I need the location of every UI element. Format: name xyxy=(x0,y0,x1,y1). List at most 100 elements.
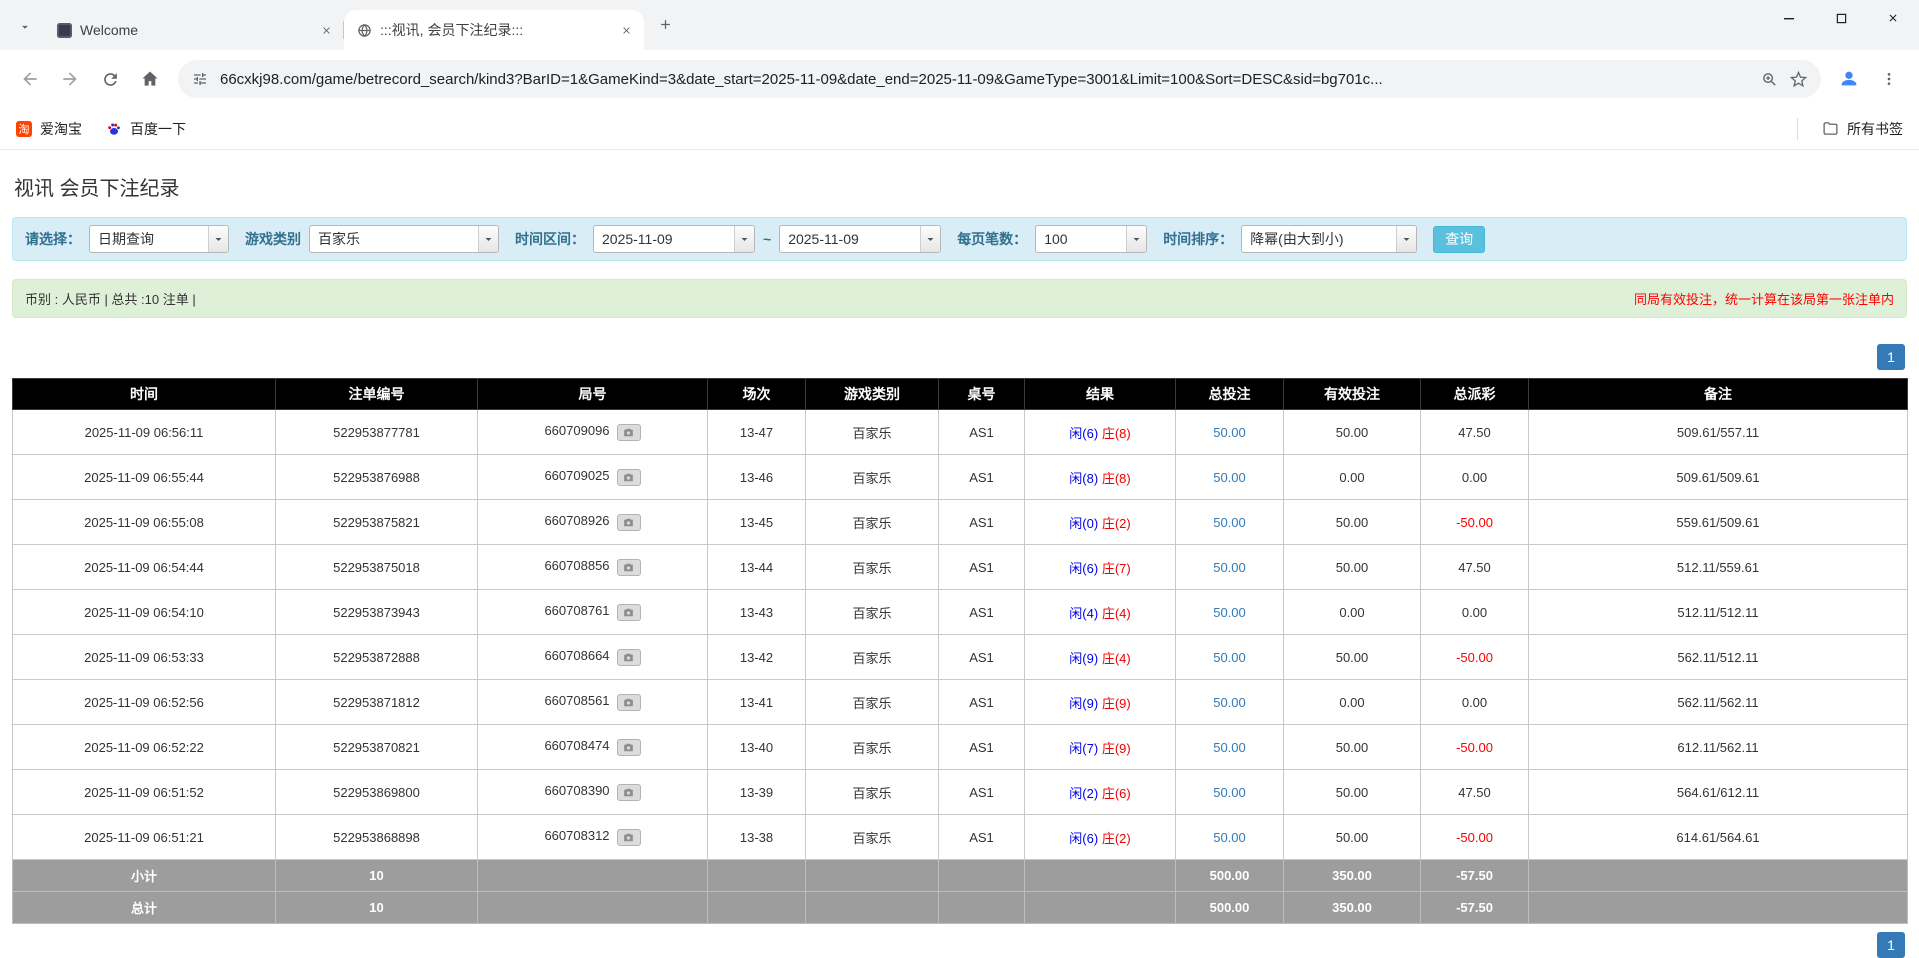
cell-payout: 0.00 xyxy=(1421,680,1529,725)
cell-bet-id: 522953868898 xyxy=(276,815,478,860)
page-number-button[interactable]: 1 xyxy=(1877,344,1905,370)
new-tab-button[interactable] xyxy=(650,9,680,39)
chevron-down-icon[interactable] xyxy=(1126,226,1146,252)
total-bet-link[interactable]: 50.00 xyxy=(1213,425,1246,440)
maximize-button[interactable] xyxy=(1815,0,1867,36)
cell-game-type: 百家乐 xyxy=(806,410,939,455)
footer-label: 小计 xyxy=(13,860,276,892)
url-text[interactable]: 66cxkj98.com/game/betrecord_search/kind3… xyxy=(220,71,1749,88)
chevron-down-icon[interactable] xyxy=(920,226,940,252)
home-button[interactable] xyxy=(130,59,170,99)
round-video-icon[interactable] xyxy=(617,559,641,576)
round-video-icon[interactable] xyxy=(617,469,641,486)
cell-result: 闲(7) 庄(9) xyxy=(1025,725,1176,770)
cell-time: 2025-11-09 06:54:10 xyxy=(13,590,276,635)
total-bet-link[interactable]: 50.00 xyxy=(1213,605,1246,620)
cell-session: 13-41 xyxy=(708,680,806,725)
cell-total-bet: 50.00 xyxy=(1176,455,1284,500)
cell-game-type: 百家乐 xyxy=(806,635,939,680)
close-window-button[interactable] xyxy=(1867,0,1919,36)
chevron-down-icon[interactable] xyxy=(478,226,498,252)
bookmark-aitaobao[interactable]: 淘 爱淘宝 xyxy=(16,119,82,139)
header-round: 局号 xyxy=(478,379,708,410)
total-bet-link[interactable]: 50.00 xyxy=(1213,470,1246,485)
tab-close-icon[interactable] xyxy=(316,20,336,40)
per-page-label: 每页笔数： xyxy=(957,229,1027,249)
cell-total-bet: 50.00 xyxy=(1176,500,1284,545)
tab-search-button[interactable] xyxy=(8,10,42,44)
sort-order-select[interactable]: 降幂(由大到小) xyxy=(1241,225,1417,253)
tab-welcome[interactable]: Welcome xyxy=(44,10,344,50)
page-number-button[interactable]: 1 xyxy=(1877,932,1905,958)
tab-bet-records[interactable]: :::视讯, 会员下注纪录::: xyxy=(344,10,644,50)
bookmark-label: 百度一下 xyxy=(130,119,186,139)
total-bet-link[interactable]: 50.00 xyxy=(1213,515,1246,530)
round-video-icon[interactable] xyxy=(617,604,641,621)
round-number: 660708390 xyxy=(544,783,609,798)
query-type-select[interactable]: 日期查询 xyxy=(89,225,229,253)
date-end-select[interactable]: 2025-11-09 xyxy=(779,225,941,253)
back-button[interactable] xyxy=(10,59,50,99)
cell-result: 闲(4) 庄(4) xyxy=(1025,590,1176,635)
cell-round: 660708561 xyxy=(478,680,708,725)
total-bet-link[interactable]: 50.00 xyxy=(1213,650,1246,665)
header-payout: 总派彩 xyxy=(1421,379,1529,410)
cell-time: 2025-11-09 06:53:33 xyxy=(13,635,276,680)
bookmark-baidu[interactable]: 百度一下 xyxy=(106,119,186,139)
cell-valid-bet: 50.00 xyxy=(1284,770,1421,815)
cell-time: 2025-11-09 06:55:08 xyxy=(13,500,276,545)
round-video-icon[interactable] xyxy=(617,739,641,756)
chevron-down-icon[interactable] xyxy=(734,226,754,252)
total-bet-link[interactable]: 50.00 xyxy=(1213,830,1246,845)
header-session: 场次 xyxy=(708,379,806,410)
cell-note: 512.11/559.61 xyxy=(1529,545,1908,590)
bookmark-star-icon[interactable] xyxy=(1790,71,1807,88)
site-settings-icon[interactable] xyxy=(192,71,208,87)
cell-note: 564.61/612.11 xyxy=(1529,770,1908,815)
round-video-icon[interactable] xyxy=(617,424,641,441)
per-page-select[interactable]: 100 xyxy=(1035,225,1147,253)
forward-button[interactable] xyxy=(50,59,90,99)
result-banker: 庄(4) xyxy=(1102,651,1131,666)
cell-payout: -50.00 xyxy=(1421,815,1529,860)
footer-round xyxy=(478,892,708,924)
game-type-select[interactable]: 百家乐 xyxy=(309,225,499,253)
cell-result: 闲(9) 庄(9) xyxy=(1025,680,1176,725)
profile-avatar[interactable] xyxy=(1829,59,1869,99)
cell-payout: 47.50 xyxy=(1421,545,1529,590)
zoom-icon[interactable] xyxy=(1761,71,1778,88)
footer-payout: -57.50 xyxy=(1421,860,1529,892)
date-start-select[interactable]: 2025-11-09 xyxy=(593,225,755,253)
total-bet-link[interactable]: 50.00 xyxy=(1213,695,1246,710)
round-video-icon[interactable] xyxy=(617,514,641,531)
cell-table: AS1 xyxy=(939,590,1025,635)
total-bet-link[interactable]: 50.00 xyxy=(1213,560,1246,575)
table-header-row: 时间 注单编号 局号 场次 游戏类别 桌号 结果 总投注 有效投注 总派彩 备注 xyxy=(13,379,1908,410)
total-bet-link[interactable]: 50.00 xyxy=(1213,740,1246,755)
menu-kebab-icon[interactable] xyxy=(1869,59,1909,99)
chevron-down-icon[interactable] xyxy=(1396,226,1416,252)
minimize-button[interactable] xyxy=(1763,0,1815,36)
all-bookmarks-button[interactable]: 所有书签 xyxy=(1822,119,1903,139)
round-video-icon[interactable] xyxy=(617,829,641,846)
cell-bet-id: 522953876988 xyxy=(276,455,478,500)
search-button[interactable]: 查询 xyxy=(1433,226,1485,253)
refresh-button[interactable] xyxy=(90,59,130,99)
tab-close-icon[interactable] xyxy=(616,20,636,40)
cell-time: 2025-11-09 06:51:21 xyxy=(13,815,276,860)
cell-total-bet: 50.00 xyxy=(1176,635,1284,680)
cell-note: 512.11/512.11 xyxy=(1529,590,1908,635)
chevron-down-icon[interactable] xyxy=(208,226,228,252)
total-bet-link[interactable]: 50.00 xyxy=(1213,785,1246,800)
address-bar[interactable]: 66cxkj98.com/game/betrecord_search/kind3… xyxy=(178,60,1821,98)
round-video-icon[interactable] xyxy=(617,784,641,801)
folder-icon xyxy=(1822,120,1839,137)
cell-payout: -50.00 xyxy=(1421,635,1529,680)
cell-total-bet: 50.00 xyxy=(1176,725,1284,770)
round-video-icon[interactable] xyxy=(617,649,641,666)
round-video-icon[interactable] xyxy=(617,694,641,711)
cell-result: 闲(9) 庄(4) xyxy=(1025,635,1176,680)
table-body: 2025-11-09 06:56:11522953877781660709096… xyxy=(13,410,1908,924)
pagination-top: 1 xyxy=(14,344,1905,370)
cell-result: 闲(0) 庄(2) xyxy=(1025,500,1176,545)
